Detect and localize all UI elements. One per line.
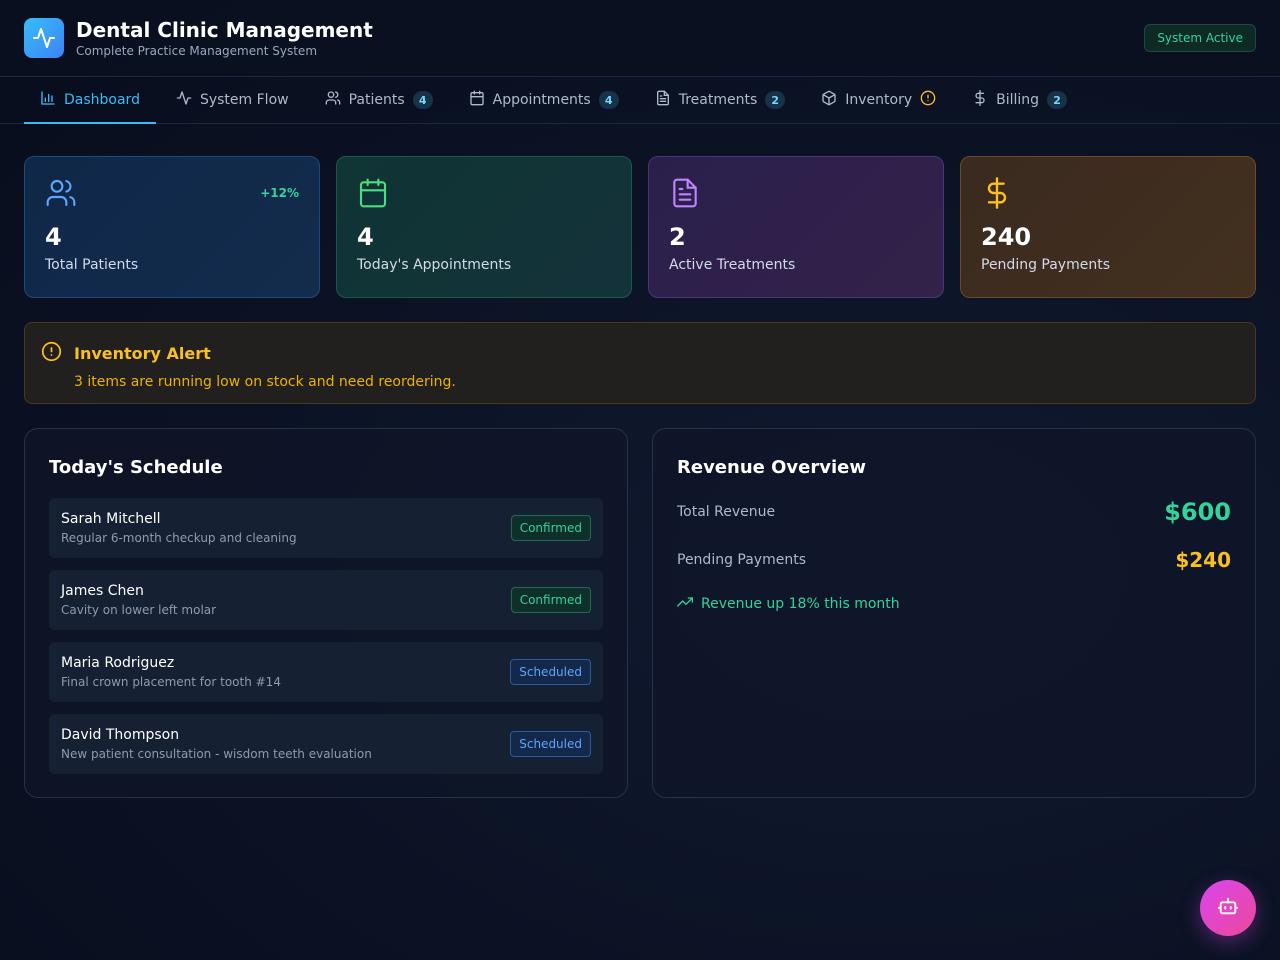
status-badge: Confirmed xyxy=(510,515,591,541)
revenue-panel: Revenue Overview Total Revenue $600 Pend… xyxy=(652,428,1256,798)
stats-row: +12% 4 Total Patients 4 Today's Appointm… xyxy=(0,124,1280,298)
alert-title: Inventory Alert xyxy=(74,344,211,363)
schedule-list: Sarah Mitchell Regular 6-month checkup a… xyxy=(49,498,603,774)
treatments-count-badge: 2 xyxy=(765,91,786,109)
revenue-title: Revenue Overview xyxy=(677,457,866,478)
schedule-title: Today's Schedule xyxy=(49,457,223,478)
stat-label: Today's Appointments xyxy=(357,257,512,273)
stat-value: 4 xyxy=(357,223,374,251)
stat-card-pending-payments[interactable]: 240 Pending Payments xyxy=(960,156,1256,298)
stat-value: 4 xyxy=(45,223,62,251)
dollar-icon xyxy=(972,90,988,110)
schedule-item[interactable]: David Thompson New patient consultation … xyxy=(49,714,603,774)
alert-circle-icon xyxy=(920,90,936,110)
schedule-item[interactable]: Sarah Mitchell Regular 6-month checkup a… xyxy=(49,498,603,558)
patient-name: James Chen xyxy=(61,583,144,599)
app-subtitle: Complete Practice Management System xyxy=(76,44,318,58)
panels-row: Today's Schedule Sarah Mitchell Regular … xyxy=(0,404,1280,798)
patients-count-badge: 4 xyxy=(412,91,433,109)
activity-icon xyxy=(24,18,64,58)
tab-label: Patients xyxy=(348,92,405,108)
stat-label: Active Treatments xyxy=(669,257,796,273)
tab-inventory[interactable]: Inventory xyxy=(805,77,952,123)
bar-chart-icon xyxy=(40,90,56,110)
pending-payments-row: Pending Payments $240 xyxy=(677,548,1231,572)
dollar-icon xyxy=(987,177,1007,209)
tab-label: System Flow xyxy=(199,92,289,108)
stat-label: Pending Payments xyxy=(981,257,1111,273)
revenue-trend-text: Revenue up 18% this month xyxy=(701,596,900,612)
stat-card-total-patients[interactable]: +12% 4 Total Patients xyxy=(24,156,320,298)
total-revenue-value: $600 xyxy=(1164,498,1231,526)
alert-circle-icon xyxy=(41,341,62,366)
tab-billing[interactable]: Billing 2 xyxy=(956,77,1083,123)
tab-patients[interactable]: Patients 4 xyxy=(309,77,449,123)
appointment-description: New patient consultation - wisdom teeth … xyxy=(61,747,372,761)
calendar-icon xyxy=(469,90,485,110)
brand: Dental Clinic Management Complete Practi… xyxy=(24,18,373,58)
tab-appointments[interactable]: Appointments 4 xyxy=(453,77,635,123)
tab-label: Treatments xyxy=(678,92,758,108)
revenue-trend: Revenue up 18% this month xyxy=(677,594,1231,614)
app-header: Dental Clinic Management Complete Practi… xyxy=(0,0,1280,77)
bot-icon xyxy=(1217,895,1239,921)
schedule-panel: Today's Schedule Sarah Mitchell Regular … xyxy=(24,428,628,798)
patient-name: David Thompson xyxy=(61,727,180,743)
file-text-icon xyxy=(655,90,671,110)
schedule-item[interactable]: Maria Rodriguez Final crown placement fo… xyxy=(49,642,603,702)
alert-text: 3 items are running low on stock and nee… xyxy=(74,374,456,390)
status-badge: Scheduled xyxy=(510,731,591,757)
assistant-fab-button[interactable] xyxy=(1200,880,1256,936)
calendar-icon xyxy=(359,178,387,208)
status-badge: Confirmed xyxy=(510,587,591,613)
trending-up-icon xyxy=(677,594,693,614)
app-title: Dental Clinic Management xyxy=(76,18,373,42)
tab-dashboard[interactable]: Dashboard xyxy=(24,77,156,124)
main-nav: Dashboard System Flow Patients 4 Appoint… xyxy=(0,77,1280,124)
tab-label: Inventory xyxy=(845,92,913,108)
patient-name: Sarah Mitchell xyxy=(61,511,161,527)
activity-icon xyxy=(176,90,192,110)
pending-payments-value: $240 xyxy=(1175,548,1231,572)
patient-name: Maria Rodriguez xyxy=(61,655,175,671)
total-revenue-row: Total Revenue $600 xyxy=(677,498,1231,526)
stat-value: 2 xyxy=(669,223,686,251)
total-revenue-label: Total Revenue xyxy=(677,504,776,520)
stat-value: 240 xyxy=(981,223,1032,251)
pending-payments-label: Pending Payments xyxy=(677,552,807,568)
status-badge: Scheduled xyxy=(510,659,591,685)
tab-label: Billing xyxy=(996,92,1040,108)
stat-trend: +12% xyxy=(260,186,299,200)
stat-label: Total Patients xyxy=(45,257,139,273)
tab-label: Dashboard xyxy=(64,92,140,108)
schedule-item[interactable]: James Chen Cavity on lower left molar Co… xyxy=(49,570,603,630)
inventory-alert: Inventory Alert 3 items are running low … xyxy=(24,322,1256,404)
appointments-count-badge: 4 xyxy=(598,91,619,109)
stat-card-active-treatments[interactable]: 2 Active Treatments xyxy=(648,156,944,298)
tab-treatments[interactable]: Treatments 2 xyxy=(639,77,802,123)
package-icon xyxy=(821,90,837,110)
tab-system-flow[interactable]: System Flow xyxy=(160,77,305,123)
system-status-badge: System Active xyxy=(1144,24,1256,52)
appointment-description: Final crown placement for tooth #14 xyxy=(61,675,281,689)
billing-count-badge: 2 xyxy=(1047,91,1068,109)
users-icon xyxy=(46,179,76,207)
appointment-description: Cavity on lower left molar xyxy=(61,603,217,617)
users-icon xyxy=(325,90,341,110)
stat-card-todays-appointments[interactable]: 4 Today's Appointments xyxy=(336,156,632,298)
file-text-icon xyxy=(673,178,697,208)
tab-label: Appointments xyxy=(492,92,591,108)
appointment-description: Regular 6-month checkup and cleaning xyxy=(61,531,297,545)
